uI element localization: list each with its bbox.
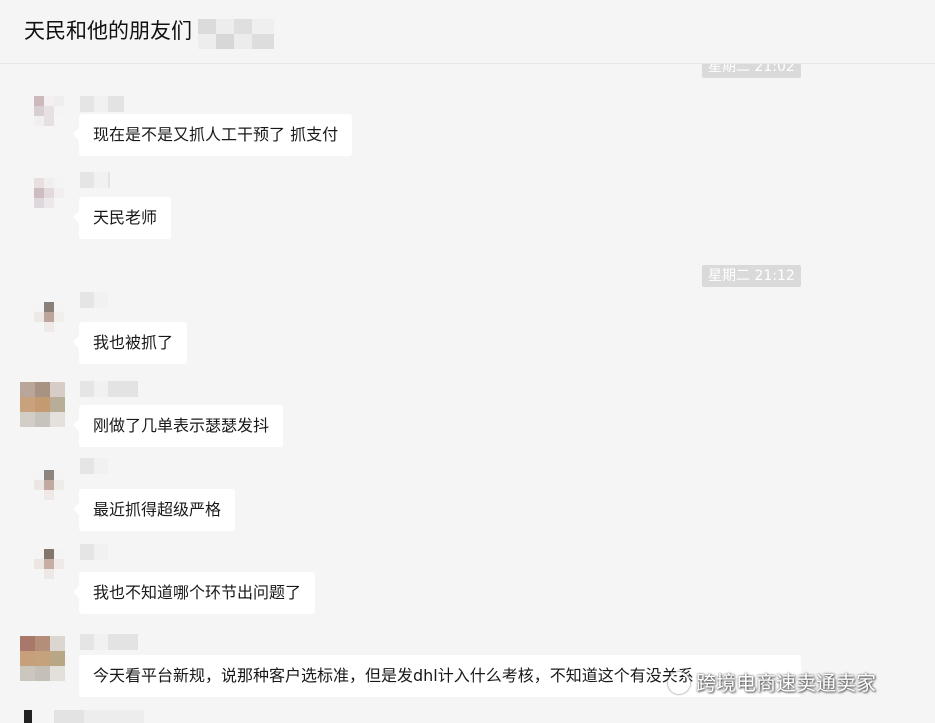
watermark-text: 跨境电商速卖通卖家 <box>696 671 876 695</box>
message-bubble[interactable]: 我也不知道哪个环节出问题了 <box>72 572 316 614</box>
sender-name-redacted <box>80 458 108 474</box>
sender-name-redacted <box>80 96 124 112</box>
timestamp: 星期二 21:12 <box>702 265 801 287</box>
avatar[interactable] <box>34 549 64 579</box>
title-redaction <box>198 19 274 49</box>
avatar[interactable] <box>34 178 64 208</box>
sender-name-redacted <box>80 634 138 650</box>
sender-name-redacted <box>80 292 108 308</box>
wechat-icon <box>668 672 690 694</box>
sender-name-redacted <box>80 544 108 560</box>
avatar[interactable] <box>34 96 64 126</box>
message-bubble[interactable]: 现在是不是又抓人工干预了 抓支付 <box>72 114 353 156</box>
message-bubble[interactable]: 我也被抓了 <box>72 322 188 364</box>
timestamp: 星期二 21:02 <box>702 64 801 78</box>
message-list[interactable]: 星期二 21:02 现在是不是又抓人工干预了 抓支付 天民老师 星期二 21:1… <box>0 64 935 723</box>
chat-header: 天民和他的朋友们 <box>0 0 935 64</box>
avatar[interactable] <box>34 470 64 500</box>
next-message-partial <box>24 710 144 723</box>
message-bubble[interactable]: 天民老师 <box>72 197 172 239</box>
chat-title: 天民和他的朋友们 <box>24 19 192 43</box>
message-bubble[interactable]: 最近抓得超级严格 <box>72 489 236 531</box>
watermark: 跨境电商速卖通卖家 <box>668 668 876 698</box>
sender-name-redacted <box>80 381 138 397</box>
avatar[interactable] <box>20 636 65 681</box>
sender-name-redacted <box>80 172 110 188</box>
message-bubble[interactable]: 刚做了几单表示瑟瑟发抖 <box>72 405 284 447</box>
avatar[interactable] <box>20 382 65 427</box>
avatar[interactable] <box>34 302 64 332</box>
